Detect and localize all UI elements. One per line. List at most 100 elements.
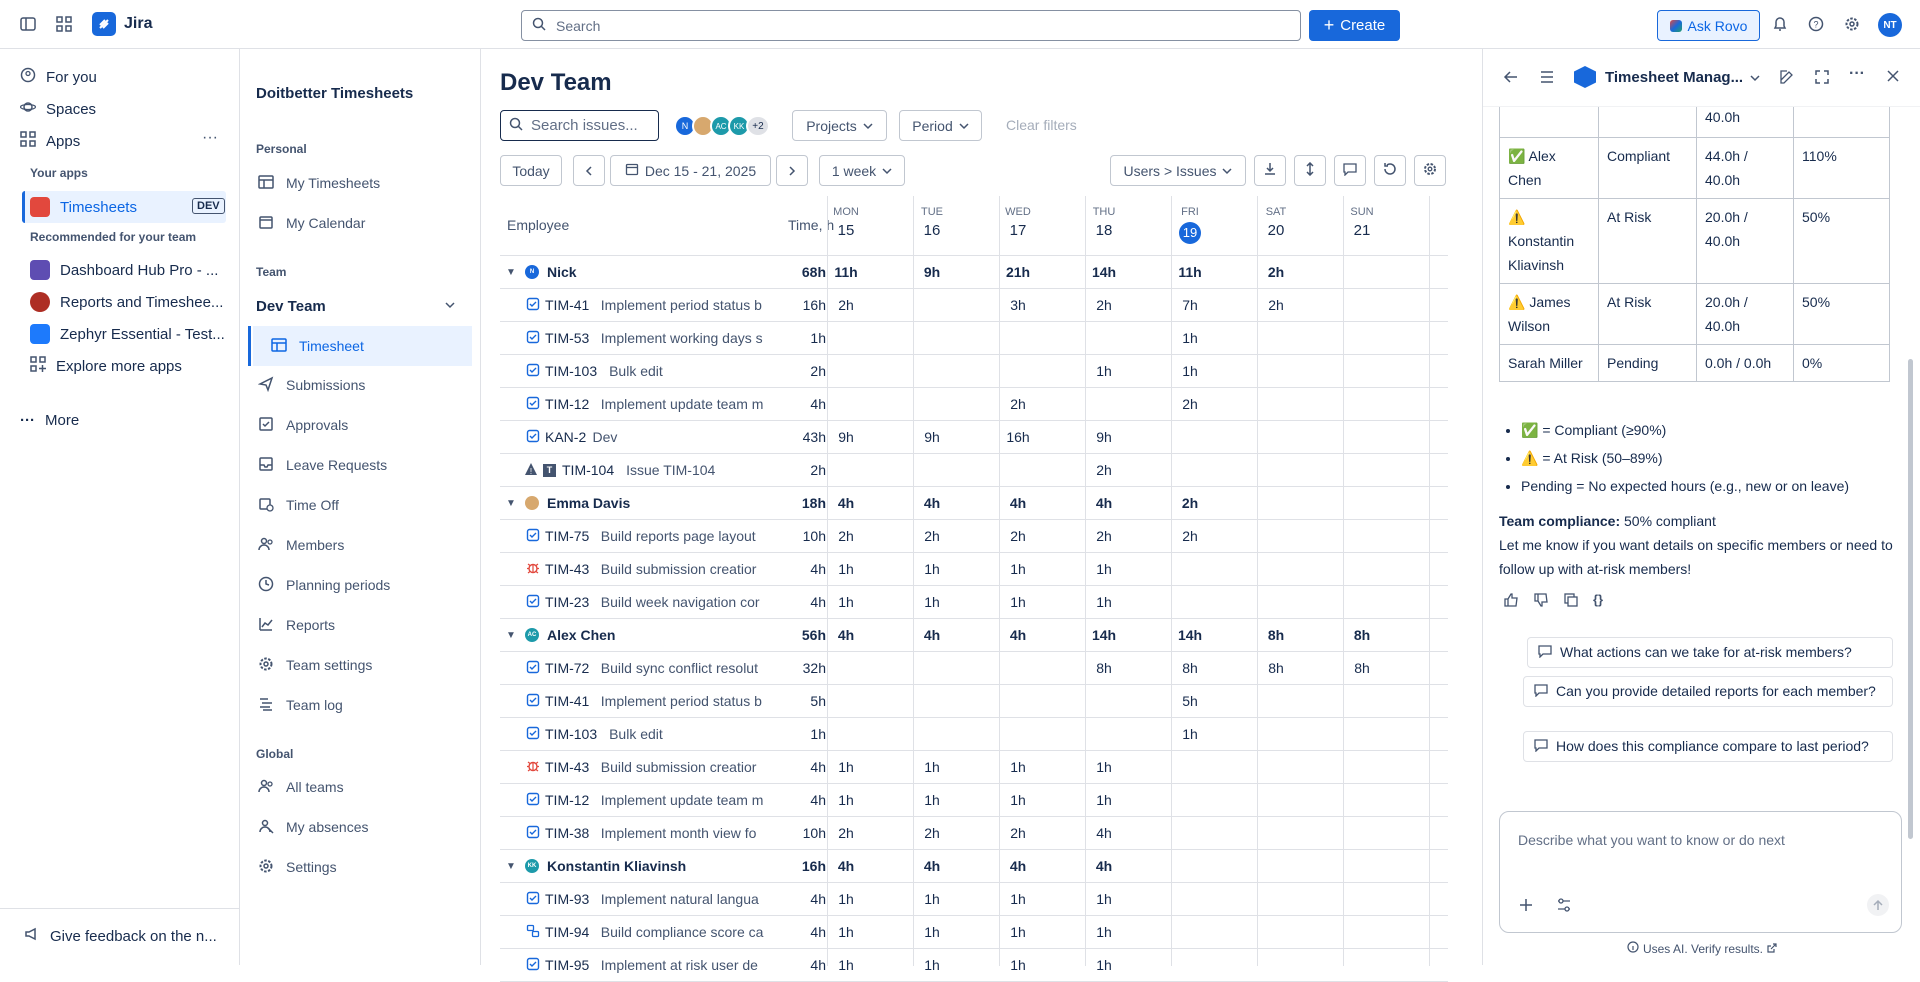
time-cell[interactable]: 1h: [803, 924, 889, 940]
issue-row[interactable]: TIM-75 Build reports page layout 10h 2h 2h 2h…: [500, 520, 1448, 553]
sidebar-toggle-icon[interactable]: [18, 14, 38, 34]
suggestion-button[interactable]: Can you provide detailed reports for eac…: [1523, 676, 1893, 707]
view-length-select[interactable]: 1 week: [819, 155, 905, 186]
issue-title[interactable]: Issue TIM-104: [626, 462, 778, 478]
time-cell[interactable]: 1h: [1061, 594, 1147, 610]
time-cell[interactable]: 4h: [889, 858, 975, 874]
time-cell[interactable]: 1h: [889, 594, 975, 610]
time-cell[interactable]: 8h: [1233, 627, 1319, 643]
time-cell[interactable]: 1h: [803, 792, 889, 808]
time-cell[interactable]: 4h: [975, 627, 1061, 643]
time-cell[interactable]: 16h: [975, 429, 1061, 445]
time-cell[interactable]: 4h: [975, 858, 1061, 874]
edit-icon[interactable]: [1779, 69, 1795, 88]
time-cell[interactable]: 1h: [975, 792, 1061, 808]
time-cell[interactable]: 2h: [975, 396, 1061, 412]
time-cell[interactable]: 7h: [1147, 297, 1233, 313]
issue-row[interactable]: TIM-41 Implement period status b 16h 2h 3h 2h…: [500, 289, 1448, 322]
time-cell[interactable]: 1h: [1061, 957, 1147, 973]
nav-apps[interactable]: Apps: [20, 131, 80, 151]
time-cell[interactable]: 2h: [803, 528, 889, 544]
issue-key-link[interactable]: TIM-53: [545, 330, 589, 346]
grouping-select[interactable]: Users > Issues: [1110, 155, 1246, 186]
issue-title[interactable]: Implement natural langua: [601, 891, 778, 907]
previous-week-button[interactable]: [573, 155, 605, 186]
download-button[interactable]: [1254, 155, 1286, 186]
issue-key-link[interactable]: TIM-75: [545, 528, 589, 544]
next-week-button[interactable]: [776, 155, 808, 186]
sidebar-item-my-absences[interactable]: My absences: [240, 808, 456, 846]
issue-title[interactable]: Bulk edit: [609, 363, 778, 379]
sidebar-item-my-timesheets[interactable]: My Timesheets: [240, 164, 456, 202]
chat-input-placeholder[interactable]: Describe what you want to know or do nex…: [1518, 832, 1785, 848]
suggestion-button[interactable]: How does this compliance compare to last…: [1523, 731, 1893, 762]
issue-key-link[interactable]: TIM-12: [545, 396, 589, 412]
employee-group-row[interactable]: ▼ AC Alex Chen 56h 4h 4h 4h 14h 14h 8h 8h: [500, 619, 1448, 652]
time-cell[interactable]: 1h: [1061, 891, 1147, 907]
ask-rovo-button[interactable]: Ask Rovo: [1657, 10, 1760, 41]
time-cell[interactable]: 1h: [975, 957, 1061, 973]
help-icon[interactable]: ?: [1806, 14, 1826, 34]
time-cell[interactable]: 1h: [1147, 363, 1233, 379]
issue-title[interactable]: Bulk edit: [609, 726, 778, 742]
time-cell[interactable]: 2h: [803, 297, 889, 313]
issue-row[interactable]: TIM-53 Implement working days s 1h 1h: [500, 322, 1448, 355]
time-cell[interactable]: 2h: [1147, 495, 1233, 511]
time-cell[interactable]: 8h: [1319, 660, 1405, 676]
time-cell[interactable]: 9h: [889, 264, 975, 280]
time-cell[interactable]: 1h: [889, 924, 975, 940]
time-cell[interactable]: 2h: [1061, 528, 1147, 544]
sidebar-item-reports[interactable]: Reports: [240, 606, 456, 644]
menu-icon[interactable]: [1539, 69, 1555, 88]
sidebar-item-team-settings[interactable]: Team settings: [240, 646, 456, 684]
issue-row[interactable]: TIM-103 Bulk edit 2h 1h 1h: [500, 355, 1448, 388]
time-cell[interactable]: 4h: [803, 495, 889, 511]
time-cell[interactable]: 1h: [1061, 561, 1147, 577]
time-cell[interactable]: 1h: [1061, 792, 1147, 808]
time-cell[interactable]: 2h: [803, 825, 889, 841]
time-cell[interactable]: 2h: [1147, 528, 1233, 544]
time-cell[interactable]: 1h: [889, 561, 975, 577]
time-cell[interactable]: 2h: [1233, 297, 1319, 313]
issue-row[interactable]: TIM-38 Implement month view fo 10h 2h 2h 2h 4h: [500, 817, 1448, 850]
time-cell[interactable]: 1h: [803, 957, 889, 973]
collapse-caret-icon[interactable]: ▼: [506, 861, 516, 872]
time-cell[interactable]: 11h: [803, 264, 889, 280]
issue-row[interactable]: TIM-94 Build compliance score ca 4h 1h 1h 1h 1…: [500, 916, 1448, 949]
chat-input-box[interactable]: Describe what you want to know or do nex…: [1499, 811, 1902, 933]
issue-row[interactable]: TIM-72 Build sync conflict resolut 32h 8h 8h…: [500, 652, 1448, 685]
sidebar-item-time-off[interactable]: Time Off: [240, 486, 456, 524]
time-cell[interactable]: 2h: [1233, 264, 1319, 280]
issue-title[interactable]: Build compliance score ca: [601, 924, 778, 940]
clear-filters-button[interactable]: Clear filters: [1006, 117, 1077, 133]
suggestion-button[interactable]: What actions can we take for at-risk mem…: [1527, 637, 1893, 668]
issue-key-link[interactable]: TIM-12: [545, 792, 589, 808]
nav-more[interactable]: ··· More: [20, 412, 79, 429]
issue-key-link[interactable]: TIM-41: [545, 693, 589, 709]
chevron-down-icon[interactable]: [444, 298, 456, 314]
thumbs-up-icon[interactable]: [1503, 592, 1519, 611]
collapse-caret-icon[interactable]: ▼: [506, 630, 516, 641]
nav-explore-apps[interactable]: Explore more apps: [30, 356, 182, 376]
nav-for-you[interactable]: For you: [20, 67, 97, 87]
jira-logo[interactable]: Jira: [92, 12, 152, 36]
more-options-icon[interactable]: ···: [1849, 65, 1865, 83]
send-arrow-icon[interactable]: [1867, 894, 1889, 916]
issue-key-link[interactable]: TIM-38: [545, 825, 589, 841]
time-cell[interactable]: 1h: [889, 957, 975, 973]
issue-key-link[interactable]: TIM-94: [545, 924, 589, 940]
time-cell[interactable]: 9h: [889, 429, 975, 445]
more-avatars-count[interactable]: +2: [746, 115, 770, 137]
issue-row[interactable]: TIM-103 Bulk edit 1h 1h: [500, 718, 1448, 751]
issue-title[interactable]: Implement period status b: [601, 297, 778, 313]
member-avatars[interactable]: N AC KK +2: [674, 115, 770, 137]
time-cell[interactable]: 4h: [975, 495, 1061, 511]
time-cell[interactable]: 1h: [1147, 330, 1233, 346]
time-cell[interactable]: 1h: [889, 891, 975, 907]
issue-key-link[interactable]: TIM-41: [545, 297, 589, 313]
time-cell[interactable]: 8h: [1233, 660, 1319, 676]
time-cell[interactable]: 1h: [975, 759, 1061, 775]
time-cell[interactable]: 14h: [1061, 627, 1147, 643]
app-switcher-icon[interactable]: [54, 14, 74, 34]
sidebar-item-settings[interactable]: Settings: [240, 848, 456, 886]
